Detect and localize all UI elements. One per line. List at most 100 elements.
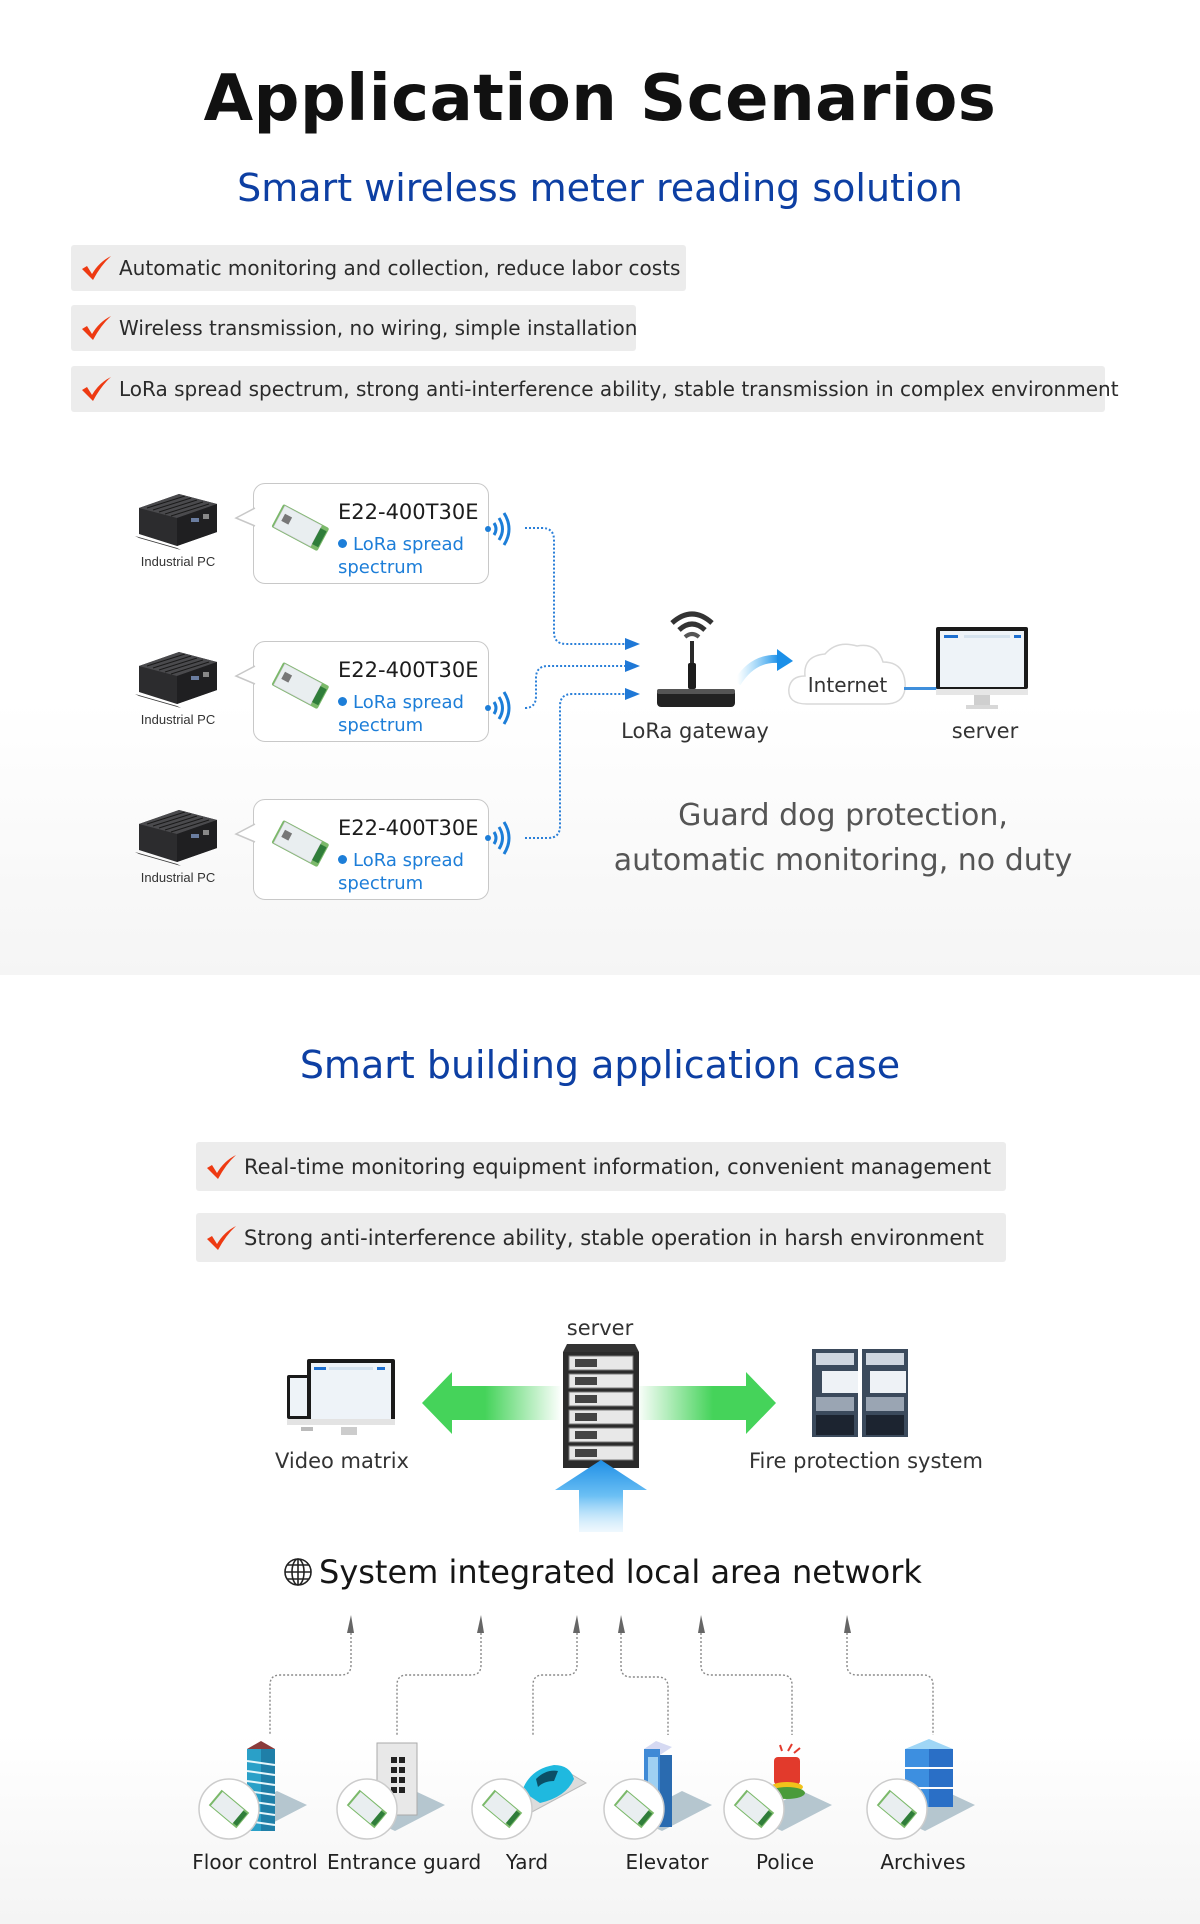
wireless-signal-icon [485,691,511,725]
video-matrix-monitor-icon [287,1359,395,1435]
bullet-dot [338,854,347,864]
tagline-line-1: Guard dog protection, [678,798,1008,833]
meter-reading-subtitle: Smart wireless meter reading solution [237,166,963,210]
arrowhead [347,1615,354,1633]
checkmark-icon [82,256,111,280]
wireless-signal-icon [485,821,511,855]
video-matrix-label: Video matrix [275,1449,409,1473]
bullet-item: Real-time monitoring equipment informati… [196,1142,1006,1191]
industrial-pc-label: Industrial PC [140,554,216,569]
bidirectional-arrow-left-icon [422,1372,562,1434]
callout-tail [234,665,256,685]
module-model: E22-400T30E [338,500,479,524]
tagline-line-2: automatic monitoring, no duty [613,843,1073,878]
connector-archives [846,1629,934,1735]
industrial-pc-icon [135,494,217,550]
checkmark-icon [207,1225,236,1250]
server-rack-icon [563,1344,639,1468]
lan-title-text: System integrated local area network [319,1553,922,1591]
connector-yard [532,1629,578,1735]
network-link-line [904,687,938,690]
module-feature-text: LoRa spread spectrum [338,534,464,578]
arrowhead [625,688,640,700]
device-label-elevator: Elevator [625,1850,709,1874]
connector-line-1 [525,527,625,645]
lan-connectors [269,1615,934,1735]
lora-module-icon [271,820,329,867]
device-label-floor-control: Floor control [192,1850,318,1874]
device-label-yard: Yard [505,1850,549,1874]
arrowhead [573,1615,580,1633]
industrial-pc-label: Industrial PC [140,712,216,727]
module-feature-text: LoRa spread spectrum [338,850,464,894]
industrial-pc: Industrial PC [133,486,223,569]
module-callout: E22-400T30E LoRa spread spectrum [234,641,489,742]
device-label-police: Police [756,1850,814,1874]
elevator-icon [603,1741,712,1840]
arrowhead [618,1615,625,1633]
bullet-text: Automatic monitoring and collection, red… [119,256,681,280]
checkmark-icon [82,316,111,340]
fire-protection-label: Fire protection system [748,1449,984,1473]
bullet-dot [338,696,347,706]
connector-floor [269,1629,352,1735]
industrial-pc: Industrial PC [133,802,223,885]
module-callout: E22-400T30E LoRa spread spectrum [234,483,489,584]
arrowhead [625,638,640,650]
alarm-light-icon [723,1743,832,1840]
callout-tail [234,507,256,527]
industrial-pc-label: Industrial PC [140,870,216,885]
internet-label: Internet [807,673,888,697]
industrial-pc: Industrial PC [133,644,223,727]
bullet-text: LoRa spread spectrum, strong anti-interf… [119,377,1119,401]
bullet-text: Wireless transmission, no wiring, simple… [119,316,638,340]
arrowhead [698,1615,705,1633]
bullet-text: Real-time monitoring equipment informati… [244,1154,992,1179]
lan-title: System integrated local area network [283,1553,922,1591]
server-monitor-icon [936,627,1028,709]
module-feature-text: LoRa spread spectrum [338,692,464,736]
arrowhead [844,1615,851,1633]
bullet-item: LoRa spread spectrum, strong anti-interf… [71,366,1119,412]
bullet-item: Wireless transmission, no wiring, simple… [71,305,638,351]
database-icon [866,1739,975,1840]
building-icon [198,1741,307,1840]
industrial-pc-icon [135,810,217,866]
module-feature: LoRa spread spectrum [338,691,488,737]
checkmark-icon [82,377,111,401]
smart-building-subtitle: Smart building application case [299,1043,901,1087]
server-rack-label: server [566,1316,634,1340]
bullet-item: Automatic monitoring and collection, red… [71,245,686,291]
uplink-arrow-icon [555,1460,647,1532]
arrowhead [625,660,640,672]
module-model: E22-400T30E [338,658,479,682]
fire-protection-cabinet-icon [812,1349,908,1437]
connector-line-2 [524,665,625,709]
bullet-dot [338,538,347,548]
module-feature: LoRa spread spectrum [338,533,488,579]
bidirectional-arrow-right-icon [636,1372,776,1434]
module-model: E22-400T30E [338,816,479,840]
page-title: Application Scenarios [203,62,997,136]
device-label-entrance-guard: Entrance guard [327,1850,482,1874]
globe-icon [284,1558,312,1586]
lora-module-icon [271,662,329,709]
server-label: server [951,719,1019,743]
industrial-pc-icon [135,652,217,708]
bullet-text: Strong anti-interference ability, stable… [244,1225,984,1250]
callout-tail [234,823,256,843]
lora-module-icon [271,504,329,551]
bullet-item: Strong anti-interference ability, stable… [196,1213,1006,1262]
connector-elevator [620,1629,669,1735]
module-callout: E22-400T30E LoRa spread spectrum [234,799,489,900]
wireless-signal-icon [485,512,511,546]
checkmark-icon [207,1154,236,1179]
connector-entrance [396,1629,482,1735]
lora-gateway-router-icon [657,611,735,707]
car-icon [471,1765,588,1840]
device-label-archives: Archives [880,1850,966,1874]
connector-police [700,1629,793,1735]
arrowhead [477,1615,484,1633]
keypad-icon [336,1742,445,1840]
module-feature: LoRa spread spectrum [338,849,488,895]
